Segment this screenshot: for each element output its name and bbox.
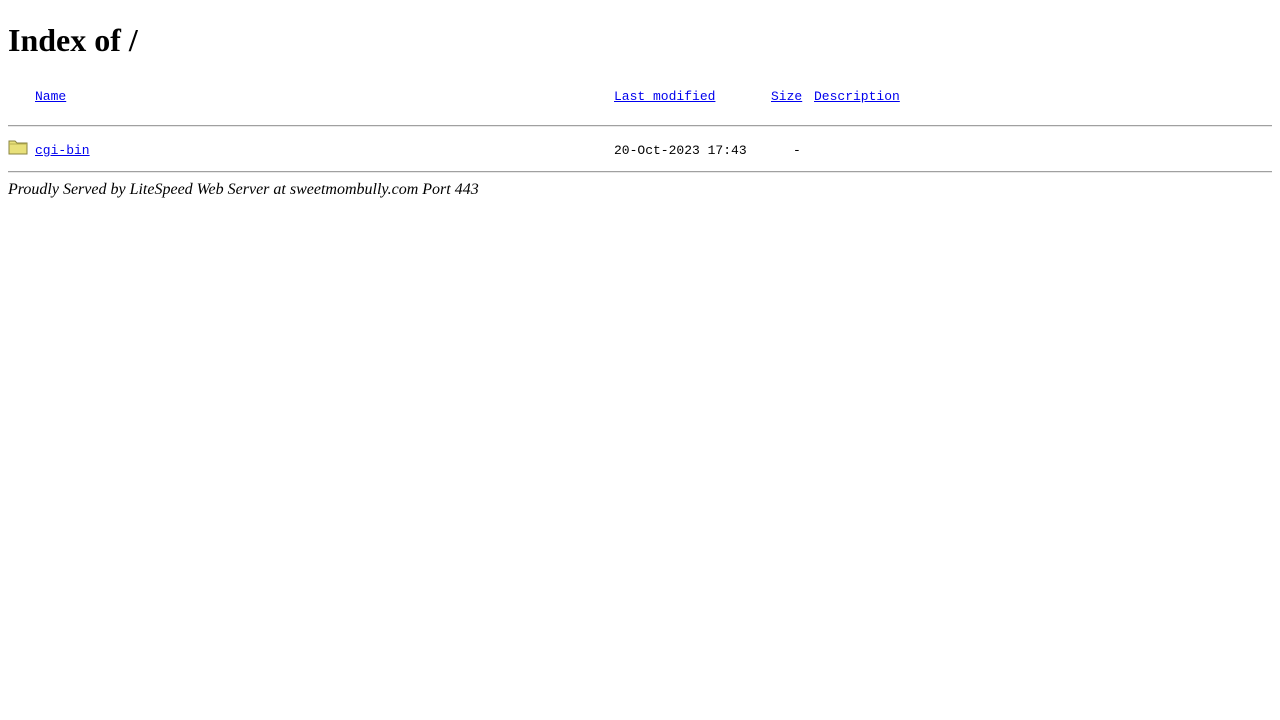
header-last-modified-link[interactable]: Last modified xyxy=(614,89,715,104)
header-last-modified[interactable]: Last modified xyxy=(614,89,715,105)
header-size[interactable]: Size xyxy=(771,89,802,105)
header-description[interactable]: Description xyxy=(814,89,900,105)
folder-icon xyxy=(8,140,28,155)
row-size: - xyxy=(793,143,801,158)
header-name[interactable]: Name xyxy=(35,89,66,105)
header-size-link[interactable]: Size xyxy=(771,89,802,104)
header-name-link[interactable]: Name xyxy=(35,89,66,104)
header-divider xyxy=(8,125,1272,127)
row-last-modified: 20-Oct-2023 17:43 xyxy=(614,143,747,158)
server-signature: Proudly Served by LiteSpeed Web Server a… xyxy=(8,181,479,198)
header-description-link[interactable]: Description xyxy=(814,89,900,104)
row-name-link[interactable]: cgi-bin xyxy=(35,143,90,158)
footer-divider xyxy=(8,171,1272,173)
page-title: Index of / xyxy=(8,22,138,58)
row-name[interactable]: cgi-bin xyxy=(35,143,90,159)
